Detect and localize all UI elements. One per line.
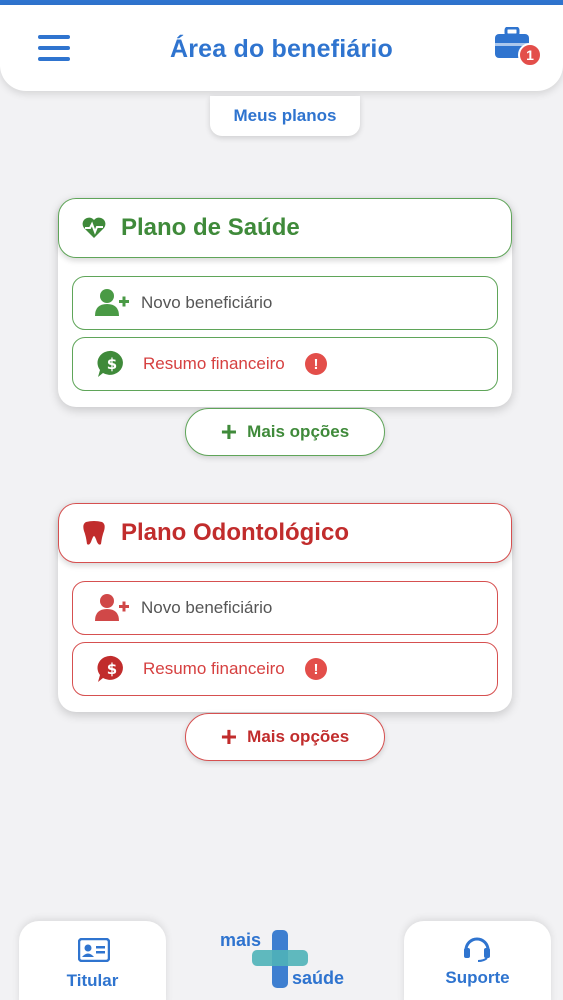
nav-suporte[interactable]: Suporte xyxy=(404,921,551,1000)
plan-title: Plano de Saúde xyxy=(121,214,300,241)
nav-label: Titular xyxy=(66,971,119,990)
user-plus-icon xyxy=(95,594,129,621)
app-logo: mais saúde xyxy=(220,928,352,990)
svg-text:$: $ xyxy=(107,355,117,373)
plan-title: Plano Odontológico xyxy=(121,519,349,546)
financial-summary-button[interactable]: $ Resumo financeiro ! xyxy=(72,642,498,696)
logo-text-top: mais xyxy=(220,930,262,950)
new-beneficiary-button[interactable]: Novo beneficiário xyxy=(72,581,498,635)
nav-titular[interactable]: Titular xyxy=(19,921,166,1000)
app-header: Área do benefiário 1 xyxy=(0,5,563,91)
user-plus-icon xyxy=(95,289,129,316)
alert-icon: ! xyxy=(305,353,327,375)
id-card-icon xyxy=(78,938,110,962)
plan-card-header[interactable]: Plano Odontológico xyxy=(58,503,512,563)
plus-icon: + xyxy=(220,416,238,447)
row-label: Resumo financeiro xyxy=(143,659,285,678)
row-label: Resumo financeiro xyxy=(143,354,285,373)
plan-card-header[interactable]: Plano de Saúde xyxy=(58,198,512,258)
logo-text-bottom: saúde xyxy=(292,968,345,988)
plan-card-saude: Plano de Saúde Novo beneficiário $ Resum… xyxy=(58,198,512,407)
more-options-button-odonto[interactable]: + Mais opções xyxy=(185,713,385,761)
briefcase-button[interactable]: 1 xyxy=(494,27,544,73)
plus-icon: + xyxy=(220,721,238,752)
alert-icon: ! xyxy=(305,658,327,680)
tooth-icon xyxy=(83,521,105,545)
row-label: Novo beneficiário xyxy=(141,598,273,617)
row-label: Novo beneficiário xyxy=(141,293,273,312)
nav-label: Suporte xyxy=(445,968,510,987)
money-chat-icon: $ xyxy=(97,655,123,682)
page-title: Área do benefiário xyxy=(169,35,394,63)
heart-pulse-icon xyxy=(82,217,106,238)
new-beneficiary-button[interactable]: Novo beneficiário xyxy=(72,276,498,330)
plan-card-odonto: Plano Odontológico Novo beneficiário $ R… xyxy=(58,503,512,712)
notification-badge: 1 xyxy=(518,43,542,67)
tab-meus-planos[interactable]: Meus planos xyxy=(210,96,360,136)
headset-icon xyxy=(464,937,490,962)
more-options-label: Mais opções xyxy=(247,727,350,746)
more-options-label: Mais opções xyxy=(247,422,350,441)
svg-text:$: $ xyxy=(107,660,117,678)
more-options-button-saude[interactable]: + Mais opções xyxy=(185,408,385,456)
financial-summary-button[interactable]: $ Resumo financeiro ! xyxy=(72,337,498,391)
money-chat-icon: $ xyxy=(97,350,123,377)
